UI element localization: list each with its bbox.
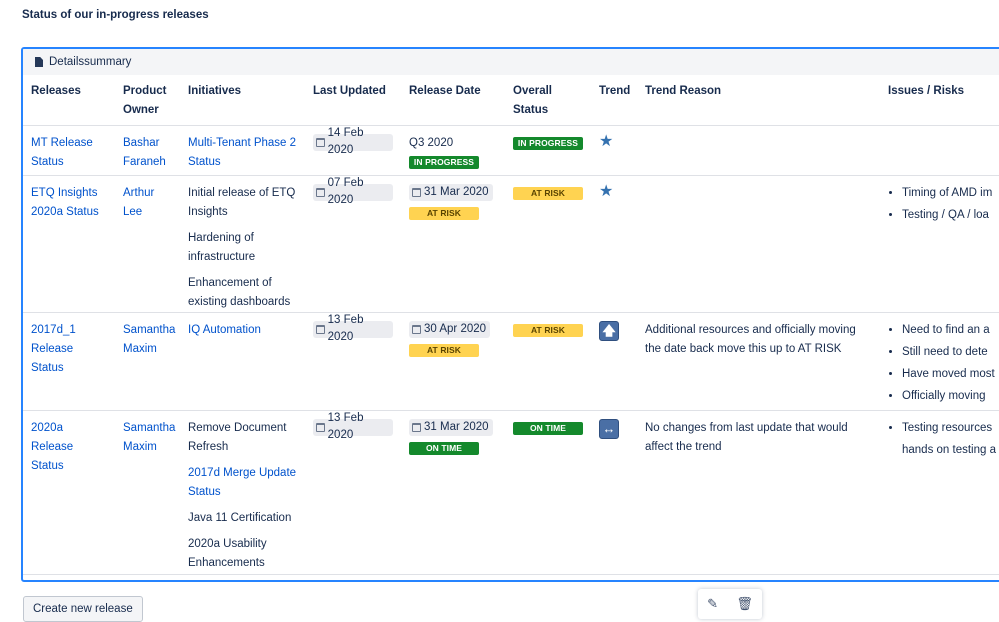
initiative-text: Remove Document Refresh [188,421,287,453]
col-header-last-updated[interactable]: Last Updated [305,75,401,125]
status-lozenge: AT RISK [409,343,479,357]
initiative-text: Initial release of ETQ Insights [188,186,296,218]
release-link[interactable]: 2020a Release Status [31,422,73,472]
calendar-icon [316,422,325,432]
col-header-initiatives[interactable]: Initiatives [180,75,305,125]
date-text: 31 Mar 2020 [424,185,489,198]
status-lozenge: IN PROGRESS [409,155,479,169]
panel-header: Detailssummary [23,49,999,75]
date-text: 14 Feb 2020 [327,127,364,156]
issue-item: Officially moving [902,387,999,406]
date-text: 13 Feb 2020 [327,314,364,343]
issue-item: Testing / QA / loa [902,206,999,225]
owner-link[interactable]: Samantha Maxim [123,324,175,355]
initiative-text: 2020a Usability Enhancements [188,537,267,569]
owner-link[interactable]: Samantha Maxim [123,422,175,453]
last-updated-date: 07 Feb 2020 [313,177,393,206]
details-summary-panel: Detailssummary Releases Product Owner In… [21,47,999,582]
trend-reason: No changes from last update that would a… [637,409,880,575]
col-header-release-date[interactable]: Release Date [401,75,505,125]
date-text: 13 Feb 2020 [327,412,364,441]
issue-item: Still need to dete [902,343,999,362]
release-date-chip: 30 Apr 2020 [409,320,491,338]
calendar-icon [316,137,325,147]
date-text: 31 Mar 2020 [424,420,489,433]
page-heading: Status of our in-progress releases [22,9,209,21]
calendar-icon [412,324,421,334]
overall-status-lozenge: IN PROGRESS [513,136,583,150]
releases-table: Releases Product Owner Initiatives Last … [23,75,999,575]
overall-status-lozenge: AT RISK [513,186,583,200]
release-date-chip: 31 Mar 2020 [409,183,493,201]
left-right-arrow-icon: ↔ [599,418,619,439]
issue-item: Have moved most [902,365,999,384]
release-link[interactable]: ETQ Insights 2020a Status [31,187,99,218]
release-link[interactable]: 2017d_1 Release Status [31,324,76,374]
initiative-text: Enhancement of existing dashboards [188,276,291,308]
col-header-overall-status[interactable]: Overall Status [505,75,591,125]
initiative-link[interactable]: IQ Automation [188,324,261,336]
calendar-icon [412,422,421,432]
issue-item: Timing of AMD im [902,184,999,203]
col-header-trend-reason[interactable]: Trend Reason [637,75,880,125]
issues-cell: Need to find an a Still need to dete Hav… [880,311,999,410]
date-text: 07 Feb 2020 [327,177,364,206]
trend-reason [637,174,880,312]
overall-status-lozenge: ON TIME [513,421,583,435]
table-row: ETQ Insights 2020a Status Arthur Lee Ini… [23,174,999,312]
up-arrow-icon: 🡅 [599,320,619,341]
trend-reason [637,124,880,175]
col-header-issues-risks[interactable]: Issues / Risks [880,75,999,125]
calendar-icon [316,324,325,334]
star-icon: ★ [599,182,614,200]
issues-cell [880,124,999,175]
table-header-row: Releases Product Owner Initiatives Last … [23,75,999,125]
owner-link[interactable]: Arthur Lee [123,187,154,218]
star-icon: ★ [599,132,614,150]
col-header-releases[interactable]: Releases [23,75,115,125]
table-row: 2017d_1 Release Status Samantha Maxim IQ… [23,311,999,410]
document-icon [35,57,43,67]
initiative-link[interactable]: 2017d Merge Update Status [188,464,297,502]
issues-cell: Testing resources hands on testing a [880,409,999,575]
release-date-text: Q3 2020 [409,136,454,149]
pencil-icon[interactable]: ✎ [707,596,718,612]
overall-status-lozenge: AT RISK [513,323,583,337]
table-row: 2020a Release Status Samantha Maxim Remo… [23,409,999,575]
panel-title: Detailssummary [49,56,132,68]
date-text: 30 Apr 2020 [424,322,487,335]
status-lozenge: AT RISK [409,206,479,220]
row-action-bar: ✎ 🗑 [698,589,762,619]
issues-cell: Timing of AMD im Testing / QA / loa [880,174,999,312]
last-updated-date: 13 Feb 2020 [313,412,393,441]
issue-item: Need to find an a [902,321,999,340]
issue-item: hands on testing a [902,443,996,456]
status-lozenge: ON TIME [409,441,479,455]
initiative-link[interactable]: Multi-Tenant Phase 2 Status [188,137,296,168]
col-header-product-owner[interactable]: Product Owner [115,75,180,125]
trash-icon[interactable]: 🗑 [736,596,753,612]
release-link[interactable]: MT Release Status [31,137,93,168]
col-header-trend[interactable]: Trend [591,75,637,125]
issue-item: Testing resources [902,419,999,438]
owner-link[interactable]: Bashar Faraneh [123,137,166,168]
initiative-text: Java 11 Certification [188,511,292,524]
calendar-icon [412,187,421,197]
last-updated-date: 13 Feb 2020 [313,314,393,343]
trend-reason: Additional resources and officially movi… [637,311,880,410]
last-updated-date: 14 Feb 2020 [313,127,393,156]
calendar-icon [316,187,325,197]
create-new-release-button[interactable]: Create new release [23,596,143,622]
initiative-text: Hardening of infrastructure [188,231,256,263]
table-row: MT Release Status Bashar Faraneh Multi-T… [23,124,999,175]
release-date-chip: 31 Mar 2020 [409,418,493,436]
